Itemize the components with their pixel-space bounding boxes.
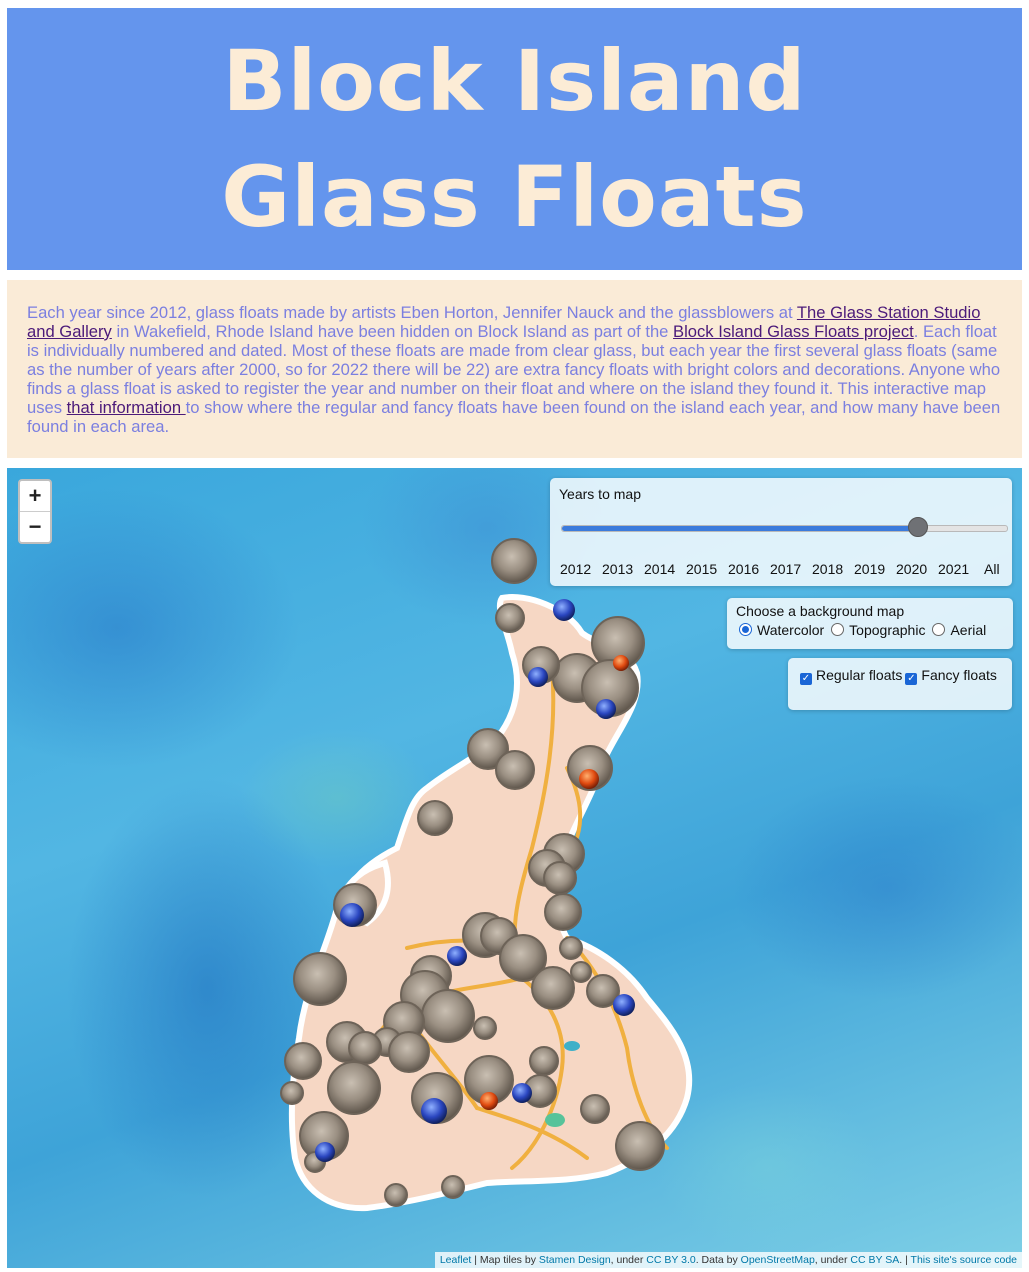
bg-option-watercolor[interactable]: Watercolor (739, 622, 824, 638)
bg-option-label: Watercolor (757, 622, 825, 638)
year-tick-2014: 2014 (644, 561, 676, 577)
leaflet-link[interactable]: Leaflet (440, 1254, 472, 1266)
year-tick-all: All (984, 561, 1000, 577)
stamen-link[interactable]: Stamen Design (539, 1254, 611, 1266)
float-marker (348, 1031, 382, 1065)
float-marker (421, 989, 475, 1043)
year-tick-2021: 2021 (938, 561, 970, 577)
fancy-float-marker (553, 599, 575, 621)
zoom-control: + − (18, 479, 52, 544)
float-type-panel: ✓ Regular floats ✓ Fancy floats (788, 658, 1012, 710)
zoom-in-button[interactable]: + (20, 481, 50, 511)
year-tick-2019: 2019 (854, 561, 886, 577)
intro-text: Each year since 2012, glass floats made … (7, 280, 1022, 458)
float-marker (384, 1183, 408, 1207)
year-tick-2013: 2013 (602, 561, 634, 577)
fancy-float-marker (579, 769, 599, 789)
years-panel: Years to map 2012 2013 2014 2015 2016 2017 201… (550, 478, 1012, 586)
float-marker (580, 1094, 610, 1124)
float-marker (327, 1061, 381, 1115)
float-marker (293, 952, 347, 1006)
float-marker (543, 861, 577, 895)
attribution-text: . | (899, 1254, 911, 1266)
intro-text-2: in Wakefield, Rhode Island have been hid… (111, 322, 674, 341)
fancy-float-marker (596, 699, 616, 719)
cc-by-sa-link[interactable]: CC BY SA (850, 1254, 899, 1266)
source-code-link[interactable]: This site's source code (911, 1254, 1017, 1266)
fancy-float-marker (528, 667, 548, 687)
float-marker (284, 1042, 322, 1080)
island-map (280, 538, 693, 1212)
radio-watercolor[interactable] (739, 623, 752, 636)
float-marker (495, 750, 535, 790)
year-tick-2015: 2015 (686, 561, 718, 577)
year-slider-fill (562, 526, 918, 531)
float-marker (441, 1175, 465, 1199)
float-type-label: Regular floats (816, 667, 903, 683)
year-ticks: 2012 2013 2014 2015 2016 2017 2018 2019 2020 2021… (560, 561, 1008, 577)
float-marker (570, 961, 592, 983)
background-map-label: Choose a background map (736, 603, 905, 619)
intro-text-1: Each year since 2012, glass floats made … (27, 303, 797, 322)
year-tick-2012: 2012 (560, 561, 592, 577)
that-information-link[interactable]: that information (67, 398, 186, 417)
openstreetmap-link[interactable]: OpenStreetMap (741, 1254, 815, 1266)
float-marker (544, 893, 582, 931)
background-map-panel: Choose a background map Watercolor Topogr… (727, 598, 1013, 649)
fancy-float-marker (480, 1092, 498, 1110)
float-marker (495, 603, 525, 633)
float-marker (559, 936, 583, 960)
attribution-text: , under (610, 1254, 647, 1266)
pond (564, 1041, 580, 1051)
fancy-float-marker (613, 655, 629, 671)
attribution-text: . Data by (695, 1254, 741, 1266)
float-marker (615, 1121, 665, 1171)
checkbox-regular[interactable]: ✓ (800, 673, 812, 685)
attribution-text: , under (814, 1254, 851, 1266)
float-marker (473, 1016, 497, 1040)
fancy-float-marker (447, 946, 467, 966)
radio-aerial[interactable] (932, 623, 946, 636)
map[interactable]: + − Years to map 2012 2013 2014 2015 2016 201… (7, 468, 1022, 1268)
float-marker (531, 966, 575, 1010)
fancy-float-marker (613, 994, 635, 1016)
bg-option-label: Aerial (950, 622, 987, 638)
fancy-float-marker (512, 1083, 532, 1103)
year-slider[interactable] (561, 525, 1008, 532)
glass-floats-project-link[interactable]: Block Island Glass Floats project (673, 322, 914, 341)
map-attribution: Leaflet | Map tiles by Stamen Design, un… (434, 1252, 1022, 1268)
fancy-float-marker (340, 903, 364, 927)
radio-topographic[interactable] (831, 623, 845, 636)
bg-option-aerial[interactable]: Aerial (932, 622, 986, 638)
year-tick-2018: 2018 (812, 561, 844, 577)
background-map-options: Watercolor Topographic Aerial (739, 622, 993, 638)
pond (545, 1113, 565, 1127)
float-marker (491, 538, 537, 584)
float-marker (529, 1046, 559, 1076)
float-type-regular[interactable]: ✓ Regular floats (800, 667, 903, 685)
year-slider-thumb[interactable] (908, 517, 928, 537)
float-marker (417, 800, 453, 836)
zoom-out-button[interactable]: − (20, 511, 50, 542)
cc-by-link[interactable]: CC BY 3.0 (646, 1254, 695, 1266)
checkbox-fancy[interactable]: ✓ (905, 673, 918, 685)
fancy-float-marker (315, 1142, 335, 1162)
years-label: Years to map (559, 486, 641, 502)
float-type-fancy[interactable]: ✓ Fancy floats (905, 667, 997, 685)
attribution-text: | Map tiles by (471, 1254, 539, 1266)
bg-option-topographic[interactable]: Topographic (831, 622, 925, 638)
header: Block Island Glass Floats (7, 8, 1022, 270)
page-title: Block Island Glass Floats (221, 32, 808, 246)
float-marker (388, 1031, 430, 1073)
year-tick-2017: 2017 (770, 561, 802, 577)
float-type-label: Fancy floats (921, 667, 997, 683)
bg-option-label: Topographic (849, 622, 926, 638)
year-tick-2016: 2016 (728, 561, 760, 577)
float-marker (280, 1081, 304, 1105)
year-tick-2020: 2020 (896, 561, 928, 577)
float-type-options: ✓ Regular floats ✓ Fancy floats (800, 667, 1000, 685)
fancy-float-marker (421, 1098, 447, 1124)
